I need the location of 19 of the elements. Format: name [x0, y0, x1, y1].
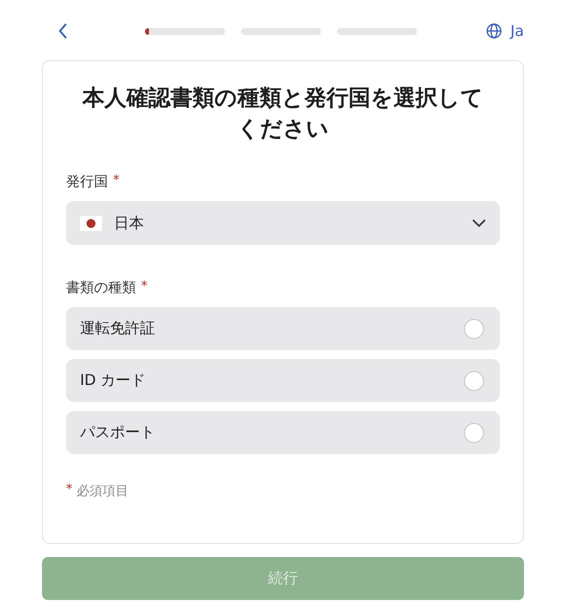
chevron-down-icon — [472, 219, 486, 227]
document-option[interactable]: パスポート — [66, 411, 500, 454]
required-mark: * — [141, 279, 148, 296]
field-label: 発行国 — [66, 173, 108, 191]
page-title: 本人確認書類の種類と発行国を選択してください — [81, 85, 484, 144]
required-note: 必須項目 — [76, 483, 128, 500]
globe-icon — [486, 23, 502, 39]
radio-button[interactable] — [464, 370, 484, 390]
flag-icon — [80, 216, 102, 230]
radio-button[interactable] — [464, 318, 484, 338]
document-option[interactable]: 運転免許証 — [66, 307, 500, 350]
back-icon[interactable] — [58, 23, 68, 39]
radio-button[interactable] — [464, 422, 484, 442]
required-mark: * — [66, 482, 72, 499]
country-select[interactable]: 日本 — [66, 201, 500, 245]
document-option[interactable]: ID カード — [66, 359, 500, 402]
field-label: 書類の種類 — [66, 279, 136, 297]
language-button[interactable]: Ja — [486, 22, 524, 40]
required-mark: * — [113, 173, 120, 190]
